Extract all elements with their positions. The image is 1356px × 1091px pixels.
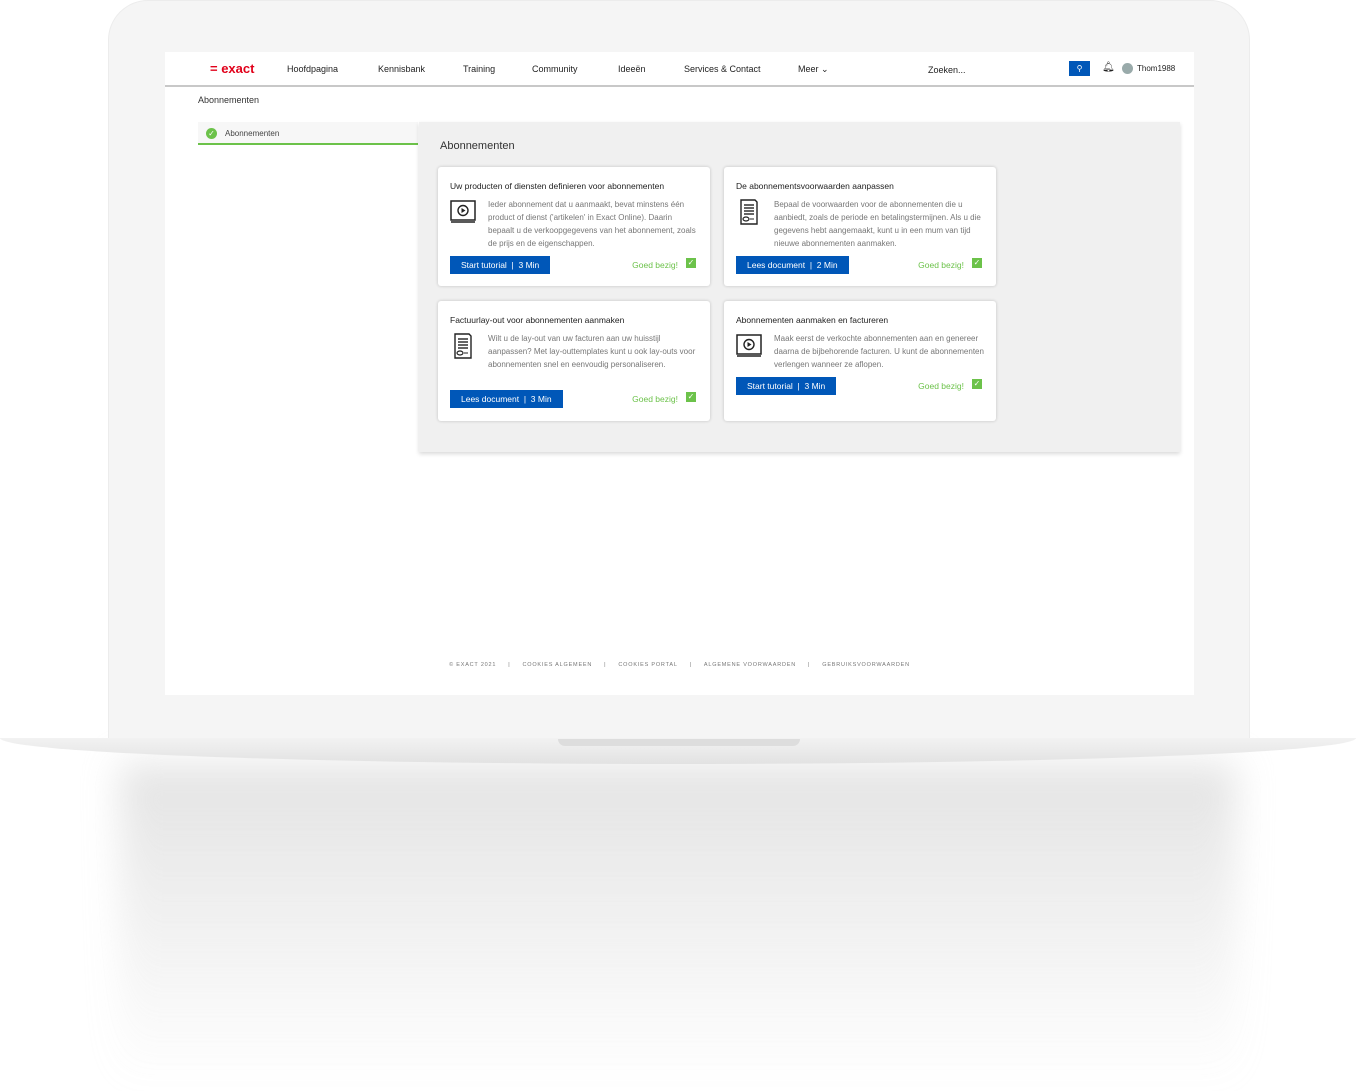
tutorial-card: Factuurlay-out voor abonnementen aanmake… [438,301,710,421]
card-action-button[interactable]: Start tutorial | 3 Min [736,377,837,395]
card-action-button[interactable]: Start tutorial | 3 Min [450,256,551,274]
checkbox-checked-icon: ✓ [972,258,982,268]
divider: | [689,662,692,668]
chevron-down-icon: ⌄ [821,64,829,74]
tutorial-card: De abonnementsvoorwaarden aanpassen Bepa… [724,167,996,286]
card-description: Ieder abonnement dat u aanmaakt, bevat m… [488,200,696,248]
tutorial-card: Abonnementen aanmaken en factureren Maak… [724,301,996,421]
bell-icon[interactable]: 🔔︎ [1102,62,1115,73]
nav-services-contact[interactable]: Services & Contact [684,64,761,74]
card-action-button[interactable]: Lees document | 2 Min [736,256,849,274]
divider: | [808,662,811,668]
check-circle-icon: ✓ [206,128,217,139]
breadcrumb: Abonnementen [198,95,260,105]
checkbox-checked-icon: ✓ [972,379,982,389]
footer-link-algemene-voorwaarden[interactable]: ALGEMENE VOORWAARDEN [704,662,796,668]
document-icon [450,333,476,359]
checkbox-checked-icon: ✓ [686,392,696,402]
card-title: Uw producten of diensten definieren voor… [450,181,665,191]
video-icon [450,199,476,225]
avatar-icon[interactable] [1122,63,1133,74]
footer-link-gebruiksvoorwaarden[interactable]: GEBRUIKSVOORWAARDEN [822,662,910,668]
nav-meer-label: Meer [798,64,819,74]
card-description: Wilt u de lay-out van uw facturen aan uw… [488,334,696,369]
card-title: Abonnementen aanmaken en factureren [736,315,889,325]
copyright: © EXACT 2021 [449,662,497,668]
laptop-shadow [120,764,1236,1084]
card-description: Maak eerst de verkochte abonnementen aan… [774,334,984,369]
exact-logo[interactable]: = exact [210,61,254,76]
sidebar-item-label: Abonnementen [225,129,280,138]
status-text: Goed bezig! [918,260,964,270]
nav-training[interactable]: Training [463,64,495,74]
status-text: Goed bezig! [632,394,678,404]
status-text: Goed bezig! [632,260,678,270]
divider: | [508,662,511,668]
user-name[interactable]: Thom1988 [1137,64,1175,73]
top-nav: = exact Hoofdpagina Kennisbank Training … [165,52,1194,87]
nav-kennisbank[interactable]: Kennisbank [378,64,425,74]
status-text: Goed bezig! [918,381,964,391]
nav-hoofdpagina[interactable]: Hoofdpagina [287,64,338,74]
sidebar-item-abonnementen[interactable]: ✓ Abonnementen [198,122,418,145]
checkbox-checked-icon: ✓ [686,258,696,268]
search-input[interactable]: Zoeken... [928,65,966,75]
video-icon [736,333,762,359]
nav-ideeen[interactable]: Ideeën [618,64,646,74]
screen: = exact Hoofdpagina Kennisbank Training … [165,52,1194,695]
nav-meer[interactable]: Meer ⌄ [798,64,829,75]
footer: © EXACT 2021 | COOKIES ALGEMEEN | COOKIES PO… [165,662,1194,668]
document-icon [736,199,762,225]
search-button[interactable]: ⚲ [1069,61,1090,76]
content-panel: Abonnementen Uw producten of diensten de… [419,122,1180,452]
laptop-notch [558,739,800,746]
card-title: Factuurlay-out voor abonnementen aanmake… [450,315,625,325]
search-icon: ⚲ [1076,64,1083,73]
nav-community[interactable]: Community [532,64,578,74]
card-action-button[interactable]: Lees document | 3 Min [450,390,563,408]
card-description: Bepaal de voorwaarden voor de abonnement… [774,200,981,248]
panel-title: Abonnementen [440,140,515,152]
footer-link-cookies-algemeen[interactable]: COOKIES ALGEMEEN [523,662,593,668]
divider: | [604,662,607,668]
footer-link-cookies-portal[interactable]: COOKIES PORTAL [618,662,677,668]
tutorial-card: Uw producten of diensten definieren voor… [438,167,710,286]
card-title: De abonnementsvoorwaarden aanpassen [736,181,894,191]
